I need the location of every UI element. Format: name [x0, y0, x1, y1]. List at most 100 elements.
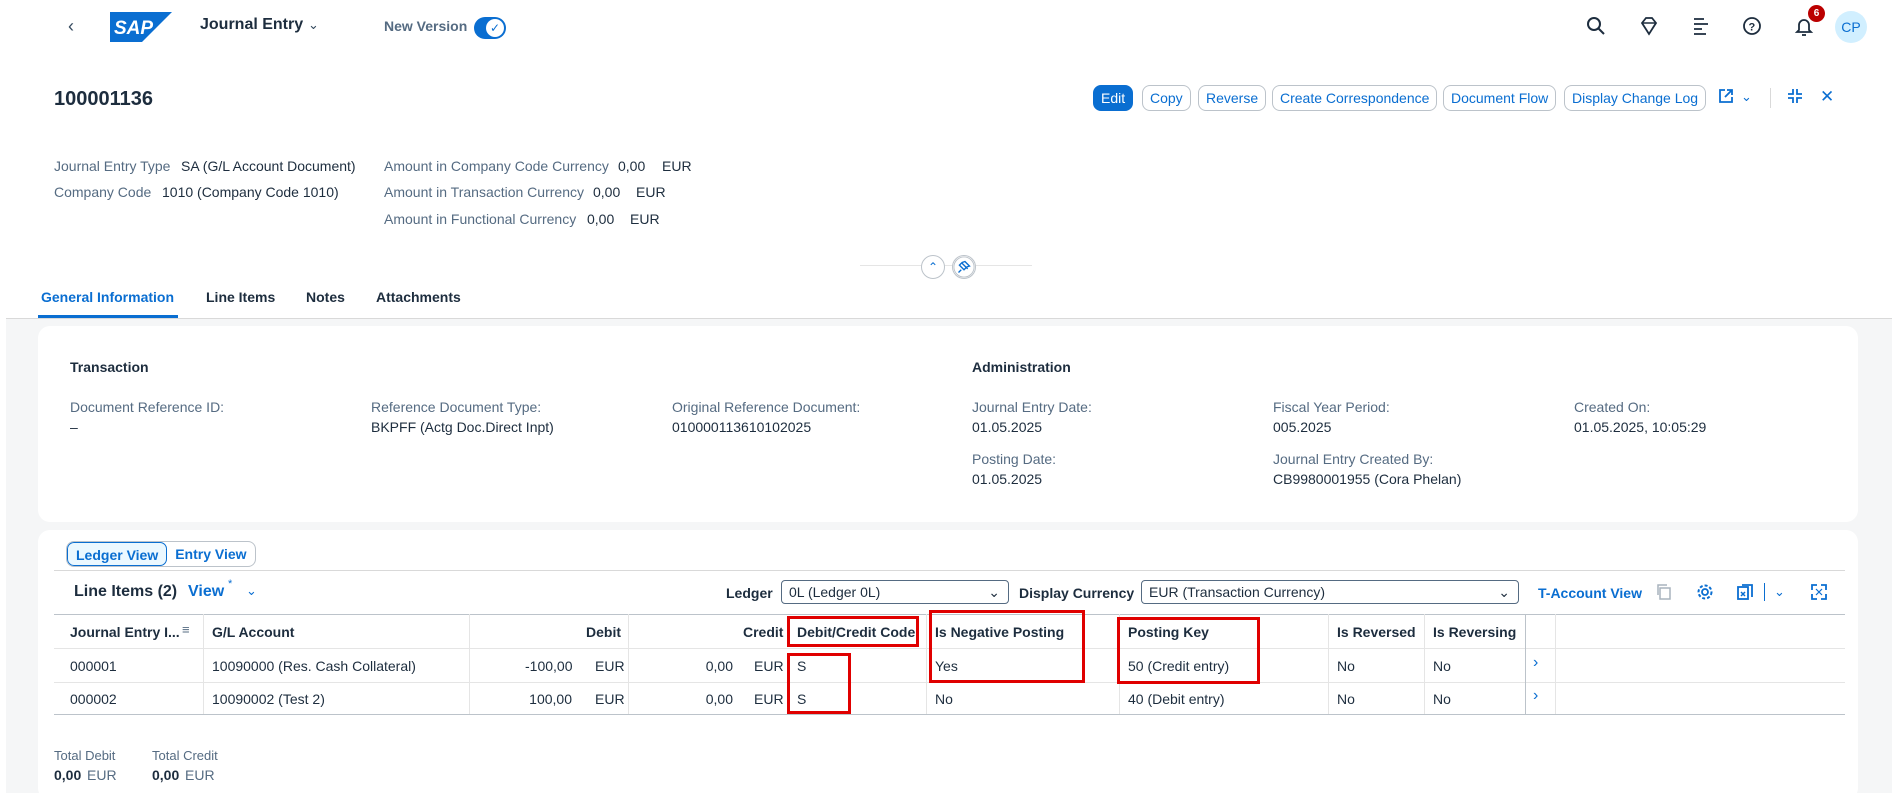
- collapse-header-button[interactable]: ⌃: [921, 255, 945, 279]
- col-header-debit[interactable]: Debit: [586, 624, 621, 640]
- row2-item: 000002: [70, 691, 117, 707]
- export-spreadsheet-icon[interactable]: [1736, 583, 1756, 601]
- display-currency-select[interactable]: EUR (Transaction Currency) ⌄: [1141, 580, 1519, 604]
- entry-view-segment[interactable]: Entry View: [167, 542, 254, 566]
- chevron-down-icon[interactable]: ⌄: [246, 583, 257, 599]
- col-header-credit[interactable]: Credit: [743, 624, 783, 640]
- workflow-icon[interactable]: [1690, 15, 1712, 37]
- app-title[interactable]: Journal Entry: [200, 16, 303, 34]
- copy-icon[interactable]: [1655, 583, 1673, 601]
- variant-modified-indicator: *: [228, 578, 233, 590]
- fy-period-label: Fiscal Year Period:: [1273, 399, 1390, 415]
- row2-credit-currency: EUR: [754, 691, 784, 707]
- col-header-is-reversing[interactable]: Is Reversing: [1433, 624, 1516, 640]
- copy-button[interactable]: Copy: [1142, 85, 1191, 111]
- header-divider: [860, 265, 1032, 266]
- fy-period-value: 005.2025: [1273, 419, 1332, 435]
- settings-gear-icon[interactable]: [1696, 583, 1714, 601]
- tab-general-information[interactable]: General Information: [41, 289, 174, 305]
- col-header-gl-account[interactable]: G/L Account: [212, 624, 294, 640]
- row2-gl-account-link[interactable]: 10090002 (Test 2): [212, 691, 325, 707]
- highlight-box-negative-posting: [929, 610, 1085, 683]
- row1-debit: -100,00: [525, 658, 573, 674]
- search-icon[interactable]: [1585, 15, 1607, 37]
- col-divider: [1424, 614, 1425, 714]
- chevron-down-icon: ⌄: [1498, 584, 1510, 600]
- reverse-button[interactable]: Reverse: [1198, 85, 1267, 111]
- shell-bar: ‹ SAP Journal Entry ⌄ New Version ✓ ? 6 …: [0, 0, 1892, 54]
- row1-debit-currency: EUR: [595, 658, 625, 674]
- doc-ref-label: Document Reference ID:: [70, 399, 225, 415]
- line-items-title: Line Items (2): [74, 583, 178, 600]
- create-correspondence-button[interactable]: Create Correspondence: [1272, 85, 1438, 111]
- created-by-link[interactable]: CB9980001955 (Cora Phelan): [1273, 471, 1461, 487]
- total-debit-label: Total Debit: [54, 748, 116, 763]
- chevron-down-icon: ⌄: [988, 584, 1000, 600]
- company-code-label: Company Code: [54, 184, 152, 200]
- row1-gl-account-link[interactable]: 10090000 (Res. Cash Collateral): [212, 658, 416, 674]
- je-date-label: Journal Entry Date:: [972, 399, 1092, 415]
- document-flow-button[interactable]: Document Flow: [1443, 85, 1557, 111]
- total-credit-value: 0,00: [152, 767, 180, 783]
- row2-credit: 0,00: [705, 691, 733, 707]
- avatar[interactable]: CP: [1835, 11, 1867, 43]
- check-icon: ✓: [486, 19, 504, 37]
- amount-tc-value: 0,00: [593, 184, 621, 200]
- close-icon[interactable]: ✕: [1820, 87, 1834, 107]
- variant-view-label[interactable]: View: [188, 583, 224, 601]
- orig-ref-link[interactable]: 010000113610102025: [672, 419, 811, 435]
- table-toolbar-divider: [54, 570, 1845, 571]
- exit-fullscreen-icon[interactable]: [1786, 87, 1804, 105]
- ledger-select[interactable]: 0L (Ledger 0L) ⌄: [781, 580, 1009, 604]
- back-icon[interactable]: ‹: [68, 16, 74, 37]
- col-header-journal-entry-item[interactable]: Journal Entry I...: [70, 624, 180, 640]
- col-divider: [628, 614, 629, 714]
- diamond-icon[interactable]: [1638, 15, 1660, 37]
- row1-item: 000001: [70, 658, 117, 674]
- amount-fc-value: 0,00: [587, 211, 615, 227]
- currency-select-value: EUR (Transaction Currency): [1149, 584, 1326, 600]
- total-credit-label: Total Credit: [152, 748, 218, 763]
- ledger-select-value: 0L (Ledger 0L): [789, 584, 881, 600]
- tab-attachments[interactable]: Attachments: [376, 289, 461, 305]
- row1-credit-currency: EUR: [754, 658, 784, 674]
- sap-logo[interactable]: SAP: [110, 12, 172, 42]
- pin-header-button[interactable]: [952, 255, 976, 279]
- chevron-down-icon[interactable]: ⌄: [308, 17, 319, 33]
- row1-is-reversed: No: [1337, 658, 1355, 674]
- help-icon[interactable]: ?: [1741, 15, 1763, 37]
- col-header-is-reversed[interactable]: Is Reversed: [1337, 624, 1416, 640]
- notification-badge: 6: [1808, 5, 1825, 22]
- sort-icon: ≡: [182, 622, 190, 637]
- total-debit-value: 0,00: [54, 767, 82, 783]
- row1-is-reversing: No: [1433, 658, 1451, 674]
- new-version-toggle[interactable]: ✓: [474, 17, 506, 39]
- ledger-view-segment[interactable]: Ledger View: [67, 542, 168, 566]
- transaction-section-title: Transaction: [70, 359, 149, 375]
- total-credit-unit: EUR: [185, 767, 215, 783]
- posting-date-label: Posting Date:: [972, 451, 1057, 467]
- tab-line-items[interactable]: Line Items: [206, 289, 275, 305]
- chevron-down-icon[interactable]: ⌄: [1774, 584, 1785, 600]
- fullscreen-icon[interactable]: [1810, 583, 1828, 601]
- page-title: 100001136: [54, 88, 154, 110]
- display-change-log-button[interactable]: Display Change Log: [1564, 85, 1707, 111]
- t-account-view-button[interactable]: T-Account View: [1538, 585, 1642, 601]
- amount-cc-value: 0,00: [618, 158, 646, 174]
- row2-is-reversing: No: [1433, 691, 1451, 707]
- col-divider: [469, 614, 470, 714]
- row2-posting-key: 40 (Debit entry): [1128, 691, 1225, 707]
- amount-tc-unit: EUR: [636, 184, 666, 200]
- edit-button[interactable]: Edit: [1093, 85, 1134, 111]
- ledger-label: Ledger: [726, 585, 773, 601]
- row1-navigation-arrow-icon[interactable]: ›: [1533, 654, 1538, 672]
- chevron-down-icon[interactable]: ⌄: [1741, 89, 1752, 105]
- amount-cc-label: Amount in Company Code Currency: [384, 158, 609, 174]
- svg-text:?: ?: [1749, 22, 1756, 34]
- journal-entry-type-value: SA (G/L Account Document): [181, 158, 356, 174]
- doc-ref-value: –: [70, 419, 78, 435]
- row2-navigation-arrow-icon[interactable]: ›: [1533, 687, 1538, 705]
- amount-fc-label: Amount in Functional Currency: [384, 211, 577, 227]
- share-icon[interactable]: [1717, 87, 1735, 105]
- tab-notes[interactable]: Notes: [306, 289, 345, 305]
